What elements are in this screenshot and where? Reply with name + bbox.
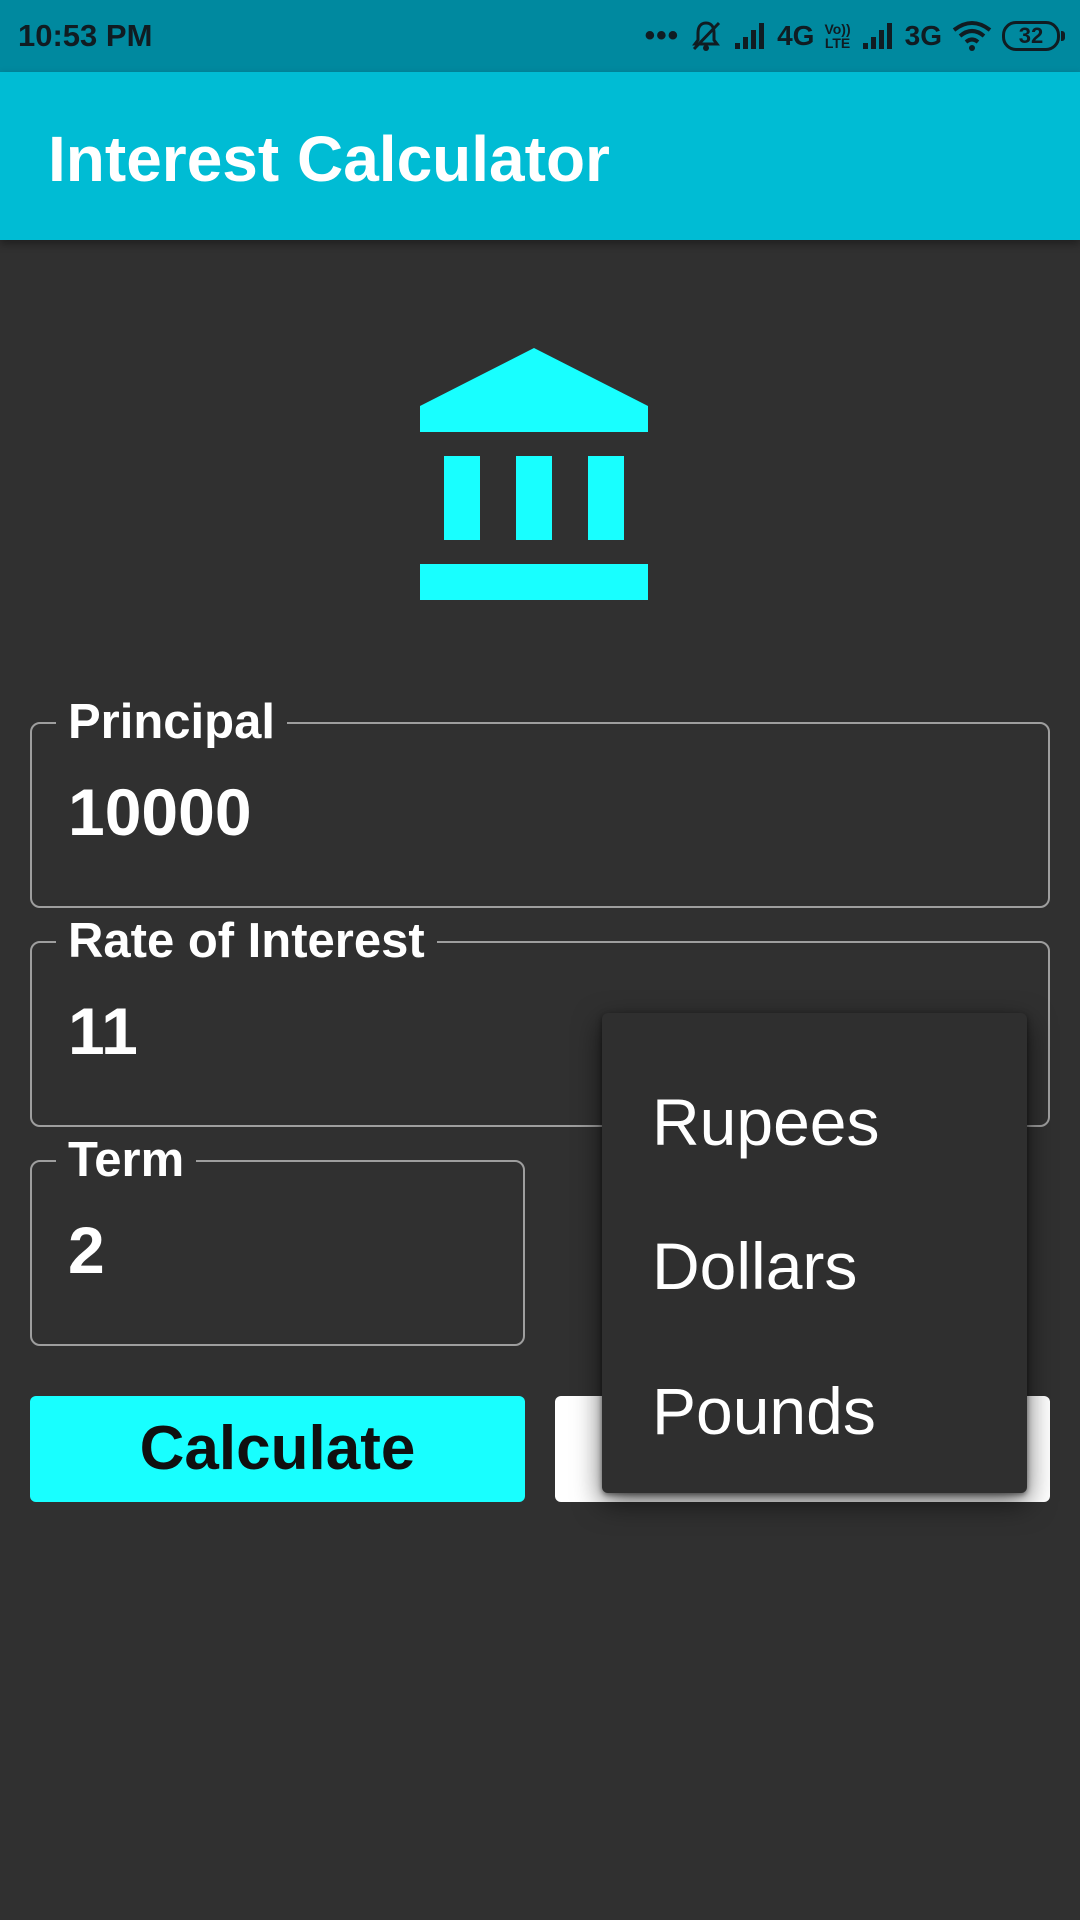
currency-option-rupees[interactable]: Rupees <box>652 1082 880 1162</box>
app-bar: Interest Calculator <box>0 72 1080 240</box>
principal-field[interactable]: Principal 10000 <box>30 694 1050 908</box>
status-bar: 10:53 PM ••• 4G Vo)) LTE 3G 32 <box>0 0 1080 72</box>
principal-label: Principal <box>56 694 287 750</box>
app-title: Interest Calculator <box>48 123 610 195</box>
principal-input[interactable]: 10000 <box>68 774 252 850</box>
battery-icon: 32 <box>1002 21 1065 51</box>
bank-icon <box>420 348 648 600</box>
mute-bell-icon <box>692 21 721 51</box>
currency-option-pounds[interactable]: Pounds <box>652 1371 876 1451</box>
status-time: 10:53 PM <box>18 18 153 53</box>
signal-icon <box>735 23 765 49</box>
term-input[interactable]: 2 <box>68 1212 105 1288</box>
calculate-button[interactable]: Calculate <box>30 1396 525 1502</box>
currency-option-dollars[interactable]: Dollars <box>652 1226 857 1306</box>
term-field[interactable]: Term 2 <box>30 1132 525 1346</box>
currency-dropdown-menu: Rupees Dollars Pounds <box>602 1013 1027 1493</box>
network-3g: 3G <box>904 20 942 51</box>
term-label: Term <box>56 1132 197 1188</box>
volte-indicator: Vo)) LTE <box>824 22 850 50</box>
more-dots-icon: ••• <box>644 19 680 52</box>
wifi-icon <box>952 21 992 51</box>
rate-label: Rate of Interest <box>56 913 437 969</box>
network-4g: 4G <box>777 20 815 51</box>
rate-input[interactable]: 11 <box>68 993 138 1069</box>
volte-bottom: LTE <box>824 35 851 51</box>
signal-icon-2 <box>862 23 892 49</box>
status-icons: ••• 4G Vo)) LTE 3G 32 <box>644 14 1065 58</box>
